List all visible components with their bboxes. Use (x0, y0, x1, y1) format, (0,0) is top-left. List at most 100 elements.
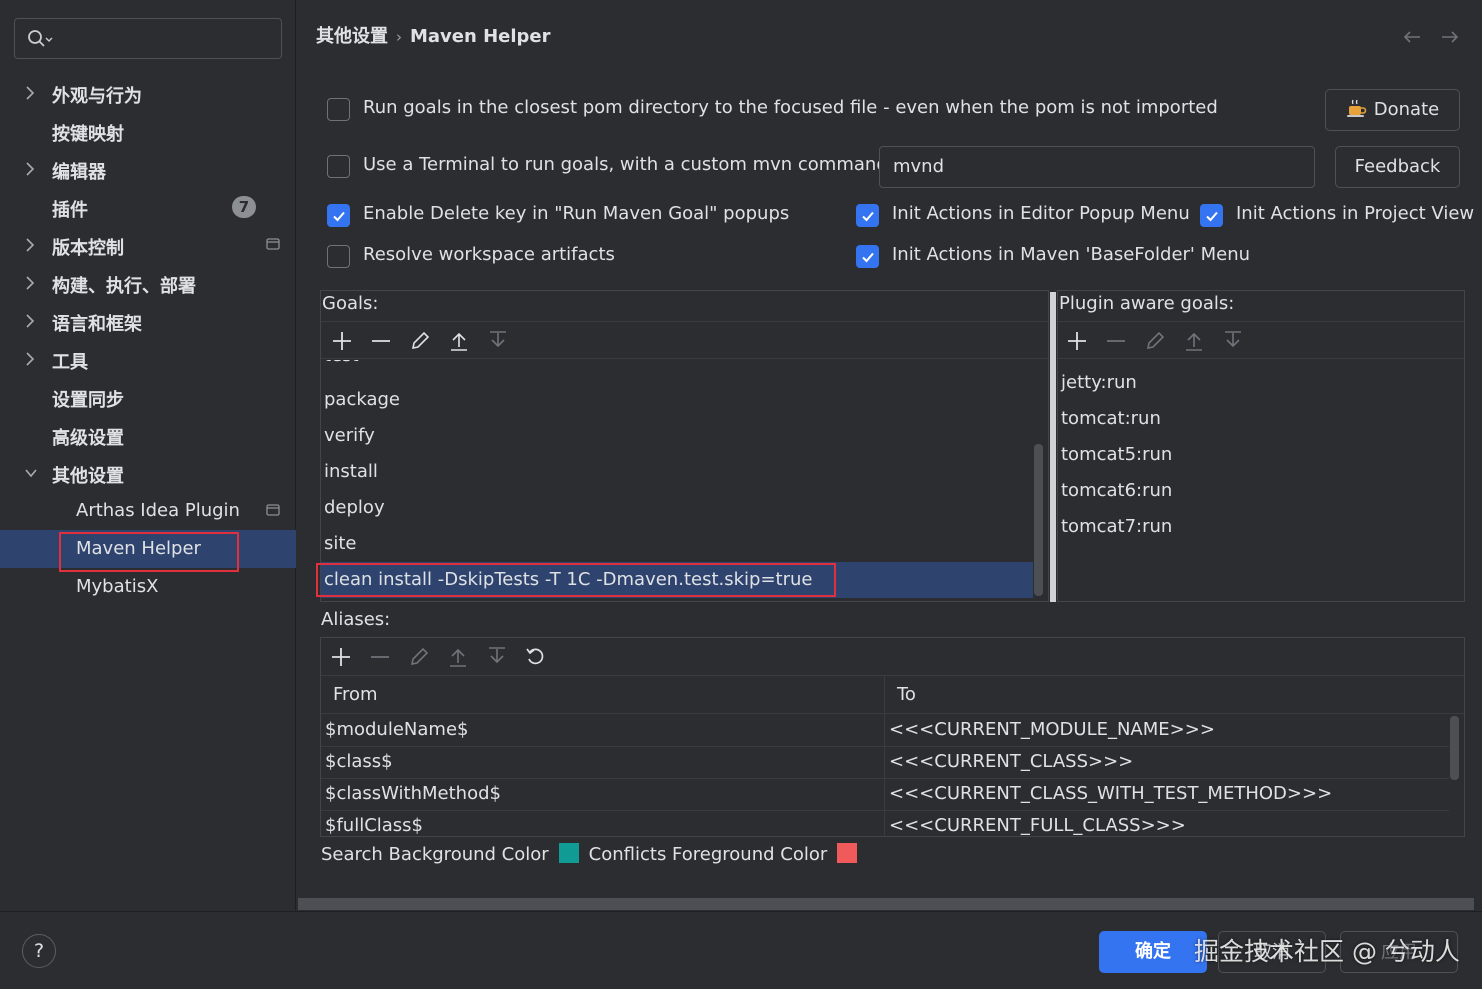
conflicts-foreground-color-label: Conflicts Foreground Color (588, 844, 828, 865)
move-down-icon[interactable] (487, 330, 509, 352)
cell-to: <<<CURRENT_MODULE_NAME>>> (889, 719, 1215, 740)
remove-icon[interactable] (1105, 330, 1127, 352)
plugin-goals-title: Plugin aware goals: (1059, 293, 1235, 314)
sidebar-item-maven-helper[interactable]: Maven Helper (0, 530, 296, 568)
sidebar-item-label: 语言和框架 (52, 314, 142, 335)
init-project-view-checkbox[interactable] (1200, 204, 1223, 227)
table-row[interactable]: $class$ <<<CURRENT_CLASS>>> (321, 746, 1449, 778)
project-level-icon (266, 238, 280, 250)
sidebar-item-arthas-idea-plugin[interactable]: Arthas Idea Plugin (0, 492, 296, 530)
feedback-button[interactable]: Feedback (1335, 146, 1460, 188)
init-basefolder-checkbox[interactable] (856, 245, 879, 268)
add-icon[interactable] (330, 646, 352, 668)
sidebar-item-languages-frameworks[interactable]: 语言和框架 (0, 302, 296, 340)
enable-delete-checkbox[interactable] (327, 204, 350, 227)
remove-icon[interactable] (369, 646, 391, 668)
move-down-icon[interactable] (1222, 330, 1244, 352)
list-item[interactable]: tomcat6:run (1058, 473, 1464, 509)
plugin-goals-list[interactable]: jetty:run tomcat:run tomcat5:run tomcat6… (1058, 365, 1464, 601)
column-header-to[interactable]: To (885, 676, 916, 714)
aliases-scrollbar[interactable] (1450, 716, 1459, 780)
table-row[interactable]: $classWithMethod$ <<<CURRENT_CLASS_WITH_… (321, 778, 1449, 810)
edit-pencil-icon[interactable] (409, 330, 431, 352)
sidebar-item-settings-sync[interactable]: 设置同步 (0, 378, 296, 416)
list-item[interactable]: tomcat7:run (1058, 509, 1464, 545)
help-button[interactable]: ? (22, 934, 56, 968)
sidebar-item-version-control[interactable]: 版本控制 (0, 226, 296, 264)
use-terminal-checkbox[interactable] (327, 155, 350, 178)
list-item[interactable]: verify (321, 418, 1033, 454)
search-background-color-label: Search Background Color (321, 844, 549, 865)
sidebar-item-appearance[interactable]: 外观与行为 (0, 74, 296, 112)
resolve-workspace-checkbox[interactable] (327, 245, 350, 268)
column-header-from[interactable]: From (321, 676, 378, 714)
remove-icon[interactable] (370, 330, 392, 352)
add-icon[interactable] (331, 330, 353, 352)
search-background-color-swatch[interactable] (558, 843, 579, 863)
donate-button[interactable]: Donate (1325, 89, 1460, 131)
aliases-table: From To $moduleName$ <<<CURRENT_MODULE_N… (321, 676, 1464, 836)
list-item[interactable]: tomcat5:run (1058, 437, 1464, 473)
goals-list[interactable]: test package verify install deploy site … (321, 360, 1048, 601)
list-item[interactable]: tomcat:run (1058, 401, 1464, 437)
sidebar-item-build-execution-deployment[interactable]: 构建、执行、部署 (0, 264, 296, 302)
list-item[interactable]: site (321, 526, 1033, 562)
sidebar-item-tools[interactable]: 工具 (0, 340, 296, 378)
splitter-handle[interactable] (1050, 292, 1056, 602)
list-item[interactable]: install (321, 454, 1033, 490)
sidebar-item-other-settings[interactable]: 其他设置 (0, 454, 296, 492)
plugins-count-badge: 7 (232, 196, 256, 218)
goals-toolbar (321, 321, 1048, 359)
sidebar-item-label: 构建、执行、部署 (52, 276, 196, 297)
plugin-goals-panel: Plugin aware goals: jetty:run tomcat:run… (1057, 290, 1465, 602)
project-level-icon (266, 504, 280, 516)
ok-button[interactable]: 确定 (1099, 931, 1207, 973)
conflicts-foreground-color-swatch[interactable] (837, 843, 858, 863)
reset-icon[interactable] (525, 646, 547, 668)
table-row[interactable]: $fullClass$ <<<CURRENT_FULL_CLASS>>> (321, 810, 1449, 836)
goals-panel: Goals: test package verify install deplo… (320, 290, 1049, 602)
sidebar-item-editor[interactable]: 编辑器 (0, 150, 296, 188)
sidebar-item-label: 其他设置 (52, 466, 124, 487)
list-item[interactable]: package (321, 382, 1033, 418)
settings-content: 其他设置 › Maven Helper Run goals in the close… (297, 0, 1482, 911)
cell-to: <<<CURRENT_CLASS_WITH_TEST_METHOD>>> (889, 783, 1333, 804)
edit-pencil-icon[interactable] (1144, 330, 1166, 352)
breadcrumb-parent[interactable]: 其他设置 (316, 22, 388, 48)
settings-sidebar: 外观与行为 按键映射 编辑器 插件 7 版本控制 构建、执行、部署 语言和框架 … (0, 0, 296, 911)
add-icon[interactable] (1066, 330, 1088, 352)
move-up-icon[interactable] (1183, 330, 1205, 352)
aliases-panel: From To $moduleName$ <<<CURRENT_MODULE_N… (320, 637, 1465, 837)
sidebar-item-advanced-settings[interactable]: 高级设置 (0, 416, 296, 454)
sidebar-item-mybatisx[interactable]: MybatisX (0, 568, 296, 606)
move-up-icon[interactable] (447, 646, 469, 668)
settings-search-input[interactable] (14, 18, 282, 59)
init-editor-popup-checkbox[interactable] (856, 204, 879, 227)
edit-pencil-icon[interactable] (408, 646, 430, 668)
run-closest-pom-checkbox[interactable] (327, 98, 350, 121)
donate-label: Donate (1373, 99, 1440, 120)
back-arrow-icon[interactable] (1402, 30, 1422, 44)
list-item-selected[interactable]: clean install -DskipTests -T 1C -Dmaven.… (321, 562, 1033, 598)
goals-scrollbar[interactable] (1034, 444, 1043, 596)
list-item[interactable]: test (321, 360, 1033, 374)
move-down-icon[interactable] (486, 646, 508, 668)
sidebar-item-plugins[interactable]: 插件 7 (0, 188, 296, 226)
table-header: From To (321, 676, 1464, 714)
sidebar-item-label: 编辑器 (52, 162, 106, 183)
breadcrumb-current: Maven Helper (410, 26, 551, 47)
mvn-command-input[interactable]: mvnd (879, 146, 1315, 188)
forward-arrow-icon[interactable] (1440, 30, 1460, 44)
sidebar-item-label: 插件 (52, 200, 88, 221)
horizontal-scrollbar[interactable] (298, 898, 1474, 910)
sidebar-item-label: Maven Helper (76, 538, 201, 559)
move-up-icon[interactable] (448, 330, 470, 352)
chevron-right-icon (24, 237, 36, 253)
enable-delete-label: Enable Delete key in "Run Maven Goal" po… (363, 203, 790, 224)
list-item[interactable]: jetty:run (1058, 365, 1464, 401)
table-row[interactable]: $moduleName$ <<<CURRENT_MODULE_NAME>>> (321, 714, 1449, 746)
list-item[interactable]: deploy (321, 490, 1033, 526)
sidebar-item-keymap[interactable]: 按键映射 (0, 112, 296, 150)
use-terminal-label: Use a Terminal to run goals, with a cust… (363, 154, 894, 175)
sidebar-item-label: 外观与行为 (52, 86, 142, 107)
